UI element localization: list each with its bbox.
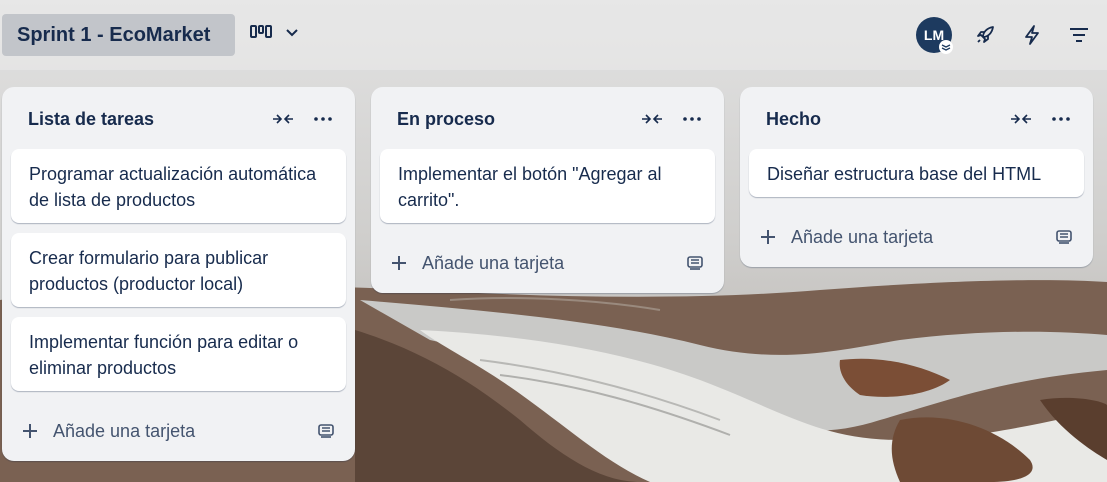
card[interactable]: Implementar función para editar o elimin…	[11, 317, 346, 391]
view-switcher[interactable]	[250, 24, 300, 40]
plus-icon	[391, 233, 407, 293]
list-lista-de-tareas: Lista de tareas Programar actualización …	[2, 87, 355, 461]
card-template-icon[interactable]	[317, 401, 335, 461]
rocket-icon[interactable]	[972, 22, 998, 48]
more-dots-icon[interactable]	[680, 109, 704, 129]
card[interactable]: Implementar el botón "Agregar al carrito…	[380, 149, 715, 223]
list-hecho: Hecho Diseñar estructura base del HTML A…	[740, 87, 1093, 267]
collapse-icon[interactable]	[640, 109, 664, 129]
plus-icon	[760, 207, 776, 267]
board-header: Sprint 1 - EcoMarket LM	[0, 0, 1107, 70]
add-card-button[interactable]: Añade una tarjeta	[371, 233, 724, 293]
board-title[interactable]: Sprint 1 - EcoMarket	[2, 14, 235, 56]
list-title[interactable]: En proceso	[397, 109, 495, 130]
add-card-button[interactable]: Añade una tarjeta	[2, 401, 355, 461]
chevron-down-icon[interactable]	[284, 24, 300, 40]
admin-badge-icon	[939, 40, 953, 54]
lightning-icon[interactable]	[1019, 22, 1045, 48]
add-card-label: Añade una tarjeta	[53, 420, 196, 441]
more-dots-icon[interactable]	[311, 109, 335, 129]
board-view-icon[interactable]	[250, 24, 272, 40]
collapse-icon[interactable]	[271, 109, 295, 129]
add-card-label: Añade una tarjeta	[422, 252, 565, 273]
add-card-label: Añade una tarjeta	[791, 226, 934, 247]
card[interactable]: Programar actualización automática de li…	[11, 149, 346, 223]
card[interactable]: Diseñar estructura base del HTML	[749, 149, 1084, 197]
list-header: En proceso	[371, 87, 724, 149]
list-header: Hecho	[740, 87, 1093, 149]
plus-icon	[22, 401, 38, 461]
filter-icon[interactable]	[1066, 22, 1092, 48]
add-card-button[interactable]: Añade una tarjeta	[740, 207, 1093, 267]
list-en-proceso: En proceso Implementar el botón "Agregar…	[371, 87, 724, 293]
list-title[interactable]: Hecho	[766, 109, 821, 130]
avatar[interactable]: LM	[916, 17, 953, 54]
card-template-icon[interactable]	[686, 233, 704, 293]
card[interactable]: Crear formulario para publicar productos…	[11, 233, 346, 307]
more-dots-icon[interactable]	[1049, 109, 1073, 129]
list-header: Lista de tareas	[2, 87, 355, 149]
collapse-icon[interactable]	[1009, 109, 1033, 129]
card-template-icon[interactable]	[1055, 207, 1073, 267]
list-title[interactable]: Lista de tareas	[28, 109, 154, 130]
